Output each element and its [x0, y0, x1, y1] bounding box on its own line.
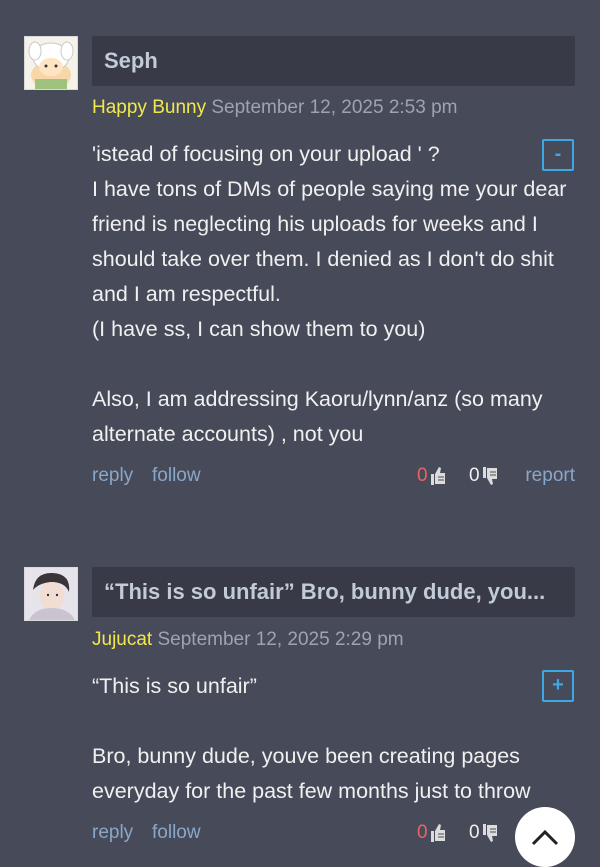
comment-title-bar: “This is so unfair” Bro, bunny dude, you… [92, 567, 575, 617]
comment-title: “This is so unfair” Bro, bunny dude, you… [104, 579, 546, 604]
follow-link[interactable]: follow [152, 822, 201, 844]
comment-body: “This is so unfair” Bro, bunny dude, you… [92, 674, 531, 803]
downvote-count: 0 [469, 822, 480, 843]
downvote-button[interactable]: 0 [469, 822, 498, 844]
comment-author[interactable]: Jujucat [92, 629, 152, 650]
upvote-count: 0 [417, 822, 428, 843]
thumbs-down-icon [482, 824, 497, 842]
chevron-up-icon [531, 829, 559, 846]
comment-actions: reply follow 0 0 [92, 822, 575, 850]
scroll-to-top-button[interactable] [515, 807, 575, 867]
avatar[interactable] [24, 567, 78, 621]
comment-item: “This is so unfair” Bro, bunny dude, you… [0, 0, 600, 863]
thumbs-up-icon [430, 824, 445, 842]
reply-link[interactable]: reply [92, 822, 133, 844]
upvote-button[interactable]: 0 [417, 822, 446, 844]
comment-meta: Jujucat September 12, 2025 2:29 pm [92, 629, 404, 651]
comment-date: September 12, 2025 2:29 pm [157, 629, 404, 650]
